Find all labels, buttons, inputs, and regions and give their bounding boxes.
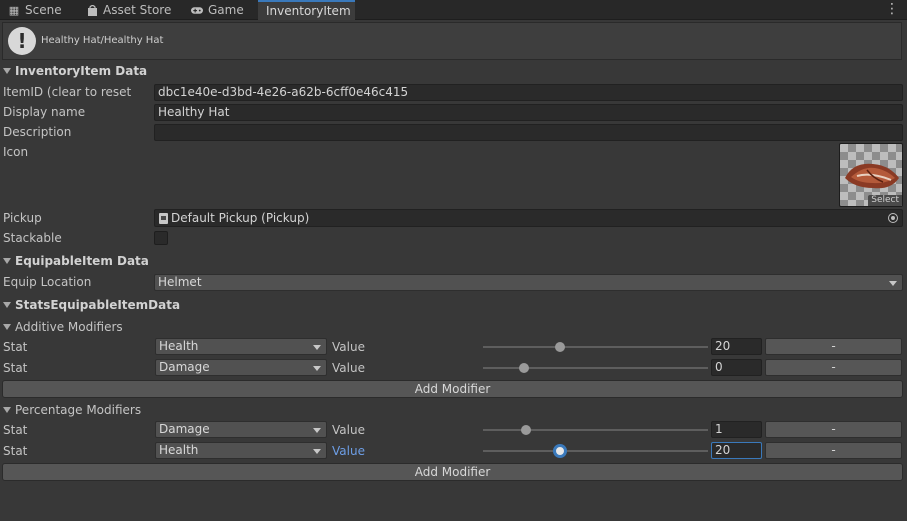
pickup-label: Pickup bbox=[3, 211, 42, 225]
remove-modifier-button[interactable]: - bbox=[765, 421, 902, 438]
value-slider-thumb[interactable] bbox=[518, 363, 529, 373]
description-label: Description bbox=[3, 125, 72, 139]
remove-modifier-button[interactable]: - bbox=[765, 338, 902, 355]
foldout-title: Additive Modifiers bbox=[15, 320, 123, 334]
item-id-label: ItemID (clear to reset bbox=[3, 85, 132, 99]
stackable-checkbox[interactable] bbox=[154, 231, 168, 245]
foldout-triangle-icon bbox=[3, 302, 11, 308]
foldout-triangle-icon bbox=[3, 324, 11, 330]
value-slider-track[interactable] bbox=[483, 346, 708, 348]
icon-label: Icon bbox=[3, 145, 29, 159]
add-additive-modifier-button[interactable]: Add Modifier bbox=[2, 380, 903, 398]
tab-asset-store[interactable]: Asset Store bbox=[78, 0, 179, 20]
description-field[interactable] bbox=[154, 124, 903, 141]
foldout-triangle-icon bbox=[3, 258, 11, 264]
tab-label: Game bbox=[208, 3, 244, 17]
more-options-icon[interactable]: ⋮ bbox=[885, 1, 899, 17]
value-slider-track[interactable] bbox=[483, 367, 708, 369]
icon-select-button[interactable]: Select bbox=[868, 195, 902, 206]
section-title: EquipableItem Data bbox=[15, 254, 149, 268]
dropdown-value: Damage bbox=[159, 422, 210, 436]
remove-modifier-button[interactable]: - bbox=[765, 442, 902, 459]
value-label: Value bbox=[332, 444, 365, 458]
tab-inventory-item[interactable]: InventoryItem bbox=[258, 0, 355, 20]
dropdown-value: Health bbox=[159, 443, 199, 457]
chevron-down-icon bbox=[313, 449, 321, 454]
value-slider-thumb[interactable] bbox=[554, 342, 565, 352]
tab-scene[interactable]: ▦ Scene bbox=[0, 0, 70, 20]
equip-location-label: Equip Location bbox=[3, 275, 92, 289]
tab-label: Asset Store bbox=[103, 3, 172, 17]
prefab-file-icon bbox=[159, 212, 168, 224]
value-slider-thumb[interactable] bbox=[552, 444, 567, 458]
chevron-down-icon bbox=[313, 345, 321, 350]
shopping-bag-icon bbox=[86, 4, 98, 16]
value-field[interactable]: 1 bbox=[711, 421, 762, 438]
stat-label: Stat bbox=[3, 444, 28, 458]
tab-bar: ▦ Scene Asset Store Game InventoryItem ⋮ bbox=[0, 0, 907, 20]
value-label: Value bbox=[332, 340, 365, 354]
stat-label: Stat bbox=[3, 423, 28, 437]
value-slider-track[interactable] bbox=[483, 450, 708, 452]
foldout-title: Percentage Modifiers bbox=[15, 403, 142, 417]
foldout-triangle-icon bbox=[3, 407, 11, 413]
equip-location-dropdown[interactable]: Helmet bbox=[154, 274, 903, 291]
object-picker-icon[interactable] bbox=[888, 213, 898, 223]
dropdown-value: Health bbox=[159, 339, 199, 353]
section-stats-equipable-item-data[interactable]: StatsEquipableItemData bbox=[0, 298, 180, 312]
stat-dropdown[interactable]: Health bbox=[155, 338, 327, 355]
value-slider-track[interactable] bbox=[483, 429, 708, 431]
stackable-label: Stackable bbox=[3, 231, 62, 245]
dropdown-value: Damage bbox=[159, 360, 210, 374]
pickup-field[interactable]: Default Pickup (Pickup) bbox=[154, 209, 903, 227]
foldout-additive-modifiers[interactable]: Additive Modifiers bbox=[0, 320, 123, 334]
foldout-triangle-icon bbox=[3, 68, 11, 74]
tab-label: Scene bbox=[25, 3, 62, 17]
chevron-down-icon bbox=[313, 428, 321, 433]
tab-label: InventoryItem bbox=[266, 4, 351, 18]
warning-icon: ! bbox=[8, 27, 36, 55]
grid-icon: ▦ bbox=[8, 3, 20, 17]
gamepad-icon bbox=[191, 4, 203, 16]
section-inventory-item-data[interactable]: InventoryItem Data bbox=[0, 64, 147, 78]
hat-sprite-icon bbox=[845, 163, 899, 189]
dropdown-value: Helmet bbox=[158, 275, 202, 289]
stat-label: Stat bbox=[3, 340, 28, 354]
stat-label: Stat bbox=[3, 361, 28, 375]
section-equipable-item-data[interactable]: EquipableItem Data bbox=[0, 254, 149, 268]
value-label: Value bbox=[332, 423, 365, 437]
remove-modifier-button[interactable]: - bbox=[765, 359, 902, 376]
stat-dropdown[interactable]: Damage bbox=[155, 421, 327, 438]
pickup-value: Default Pickup (Pickup) bbox=[171, 211, 310, 225]
chevron-down-icon bbox=[313, 366, 321, 371]
value-field[interactable]: 20 bbox=[711, 442, 762, 459]
item-id-field[interactable]: dbc1e40e-d3bd-4e26-a62b-6cff0e46c415 bbox=[154, 84, 903, 101]
icon-sprite-field[interactable]: Select bbox=[839, 143, 903, 207]
asset-title: Healthy Hat/Healthy Hat bbox=[41, 35, 164, 46]
foldout-percentage-modifiers[interactable]: Percentage Modifiers bbox=[0, 403, 141, 417]
tab-game[interactable]: Game bbox=[183, 0, 252, 20]
section-title: InventoryItem Data bbox=[15, 64, 148, 78]
value-field[interactable]: 0 bbox=[711, 359, 762, 376]
display-name-field[interactable]: Healthy Hat bbox=[154, 104, 903, 121]
inspector-header: ! Healthy Hat/Healthy Hat bbox=[2, 22, 902, 60]
stat-dropdown[interactable]: Health bbox=[155, 442, 327, 459]
chevron-down-icon bbox=[889, 281, 897, 286]
stat-dropdown[interactable]: Damage bbox=[155, 359, 327, 376]
value-field[interactable]: 20 bbox=[711, 338, 762, 355]
section-title: StatsEquipableItemData bbox=[15, 298, 181, 312]
display-name-label: Display name bbox=[3, 105, 86, 119]
add-percentage-modifier-button[interactable]: Add Modifier bbox=[2, 463, 903, 481]
value-slider-thumb[interactable] bbox=[520, 425, 531, 435]
value-label: Value bbox=[332, 361, 365, 375]
